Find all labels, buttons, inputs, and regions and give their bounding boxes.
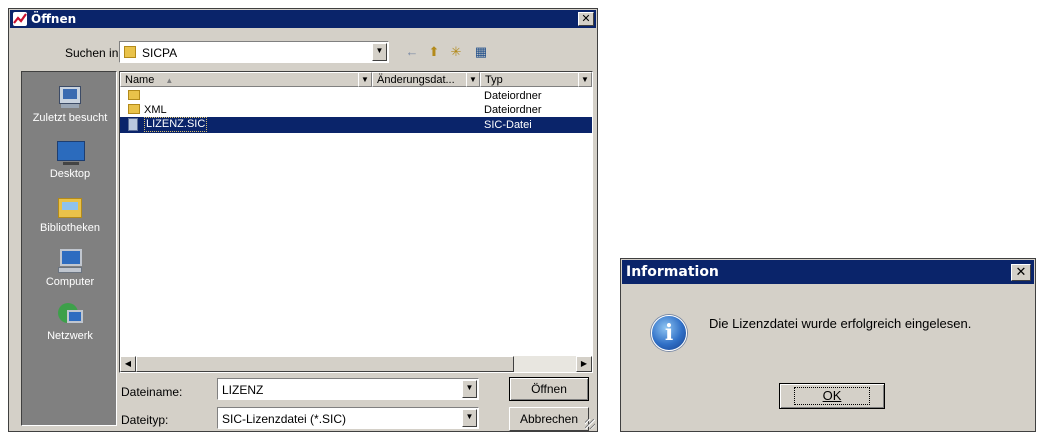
info-icon: i	[651, 315, 687, 351]
cancel-button-label: Abbrechen	[519, 412, 579, 426]
filetype-label: Dateityp:	[121, 413, 169, 427]
places-network[interactable]: Netzwerk	[22, 300, 118, 342]
cancel-button[interactable]: Abbrechen	[509, 407, 589, 431]
back-icon[interactable]: ←	[404, 44, 420, 60]
info-message: Die Lizenzdatei wurde erfolgreich eingel…	[709, 316, 972, 331]
column-date-dropdown[interactable]: ▼	[466, 72, 480, 87]
chevron-down-icon: ▼	[581, 75, 589, 84]
open-button-label: Öffnen	[531, 382, 567, 396]
look-in-combo[interactable]: SICPA ▼	[119, 41, 389, 63]
places-computer[interactable]: Computer	[22, 246, 118, 288]
column-date-label: Änderungsdat...	[377, 74, 455, 86]
column-date[interactable]: Änderungsdat...	[372, 72, 480, 87]
filename-value: LIZENZ	[222, 383, 264, 397]
column-type-label: Typ	[485, 74, 503, 86]
libraries-icon	[55, 192, 85, 222]
info-glyph: i	[664, 320, 674, 346]
filetype-value: SIC-Lizenzdatei (*.SIC)	[222, 412, 347, 426]
app-logo-icon	[13, 12, 27, 26]
open-dialog: Öffnen ✕ Suchen in: SICPA ▼ ← ⬆ ✳ ▦ Zule…	[8, 8, 598, 432]
chevron-down-icon[interactable]: ▼	[462, 380, 477, 398]
file-type: Dateiordner	[484, 104, 542, 116]
view-menu-icon[interactable]: ▦	[470, 44, 492, 60]
chevron-down-icon[interactable]: ▼	[462, 409, 477, 427]
places-libraries-label: Bibliotheken	[40, 222, 100, 234]
file-icon	[128, 118, 138, 131]
filename-input[interactable]: LIZENZ ▼	[217, 378, 479, 400]
places-recent-label: Zuletzt besucht	[32, 112, 108, 124]
file-type: Dateiordner	[484, 90, 542, 102]
column-name[interactable]: Name ▲	[120, 72, 372, 87]
list-item[interactable]: Dateiordner	[120, 89, 592, 103]
places-libraries[interactable]: Bibliotheken	[22, 192, 118, 234]
toolbar: ← ⬆ ✳ ▦	[404, 44, 514, 60]
list-item-selected[interactable]: LIZENZ.SIC SIC-Datei	[120, 117, 592, 133]
ok-button-label: OK	[793, 387, 871, 405]
column-name-dropdown[interactable]: ▼	[358, 72, 372, 87]
new-folder-icon[interactable]: ✳	[448, 44, 464, 60]
places-desktop[interactable]: Desktop	[22, 138, 118, 180]
file-type: SIC-Datei	[484, 119, 532, 131]
info-dialog-title: Information	[626, 264, 719, 280]
column-type-dropdown[interactable]: ▼	[578, 72, 592, 87]
filename-label: Dateiname:	[121, 385, 183, 399]
horizontal-scrollbar[interactable]: ◀ ▶	[120, 356, 592, 372]
ok-button[interactable]: OK	[779, 383, 885, 409]
open-button[interactable]: Öffnen	[509, 377, 589, 401]
sort-ascending-icon: ▲	[165, 76, 174, 85]
scroll-left-button[interactable]: ◀	[120, 356, 136, 372]
info-dialog: Information ✕ i Die Lizenzdatei wurde er…	[620, 258, 1036, 432]
info-dialog-titlebar[interactable]: Information ✕	[622, 260, 1034, 284]
computer-icon	[55, 246, 85, 276]
chevron-down-icon[interactable]: ▼	[372, 43, 387, 61]
open-dialog-title: Öffnen	[31, 12, 77, 26]
places-desktop-label: Desktop	[49, 168, 91, 180]
folder-icon	[128, 104, 140, 114]
open-dialog-titlebar[interactable]: Öffnen ✕	[10, 10, 596, 28]
look-in-label: Suchen in:	[65, 46, 122, 60]
file-list-header: Name ▲ ▼ Änderungsdat... ▼ Typ ▼	[120, 72, 592, 87]
desktop-icon	[55, 138, 85, 168]
places-recent[interactable]: Zuletzt besucht	[22, 82, 118, 124]
file-list[interactable]: Name ▲ ▼ Änderungsdat... ▼ Typ ▼ Dateior…	[119, 71, 593, 373]
network-icon	[55, 300, 85, 330]
look-in-value: SICPA	[142, 46, 178, 60]
folder-icon	[128, 90, 140, 100]
close-icon[interactable]: ✕	[578, 12, 594, 26]
close-icon[interactable]: ✕	[1011, 264, 1031, 281]
up-folder-icon[interactable]: ⬆	[426, 44, 442, 60]
column-type[interactable]: Typ	[480, 72, 592, 87]
folder-icon	[124, 46, 136, 58]
places-computer-label: Computer	[45, 276, 95, 288]
recent-icon	[55, 82, 85, 112]
scroll-right-button[interactable]: ▶	[576, 356, 592, 372]
filetype-select[interactable]: SIC-Lizenzdatei (*.SIC) ▼	[217, 407, 479, 429]
column-name-label: Name	[125, 74, 155, 86]
file-name: LIZENZ.SIC	[144, 117, 208, 132]
chevron-down-icon: ▼	[469, 75, 477, 84]
places-network-label: Netzwerk	[47, 330, 93, 342]
places-bar: Zuletzt besucht Desktop Bibliotheken Com…	[21, 71, 117, 426]
chevron-down-icon: ▼	[361, 75, 369, 84]
list-item[interactable]: XML Dateiordner	[120, 103, 592, 117]
resize-grip-icon[interactable]	[585, 419, 595, 429]
scroll-thumb[interactable]	[136, 356, 514, 372]
file-name: XML	[144, 104, 167, 116]
